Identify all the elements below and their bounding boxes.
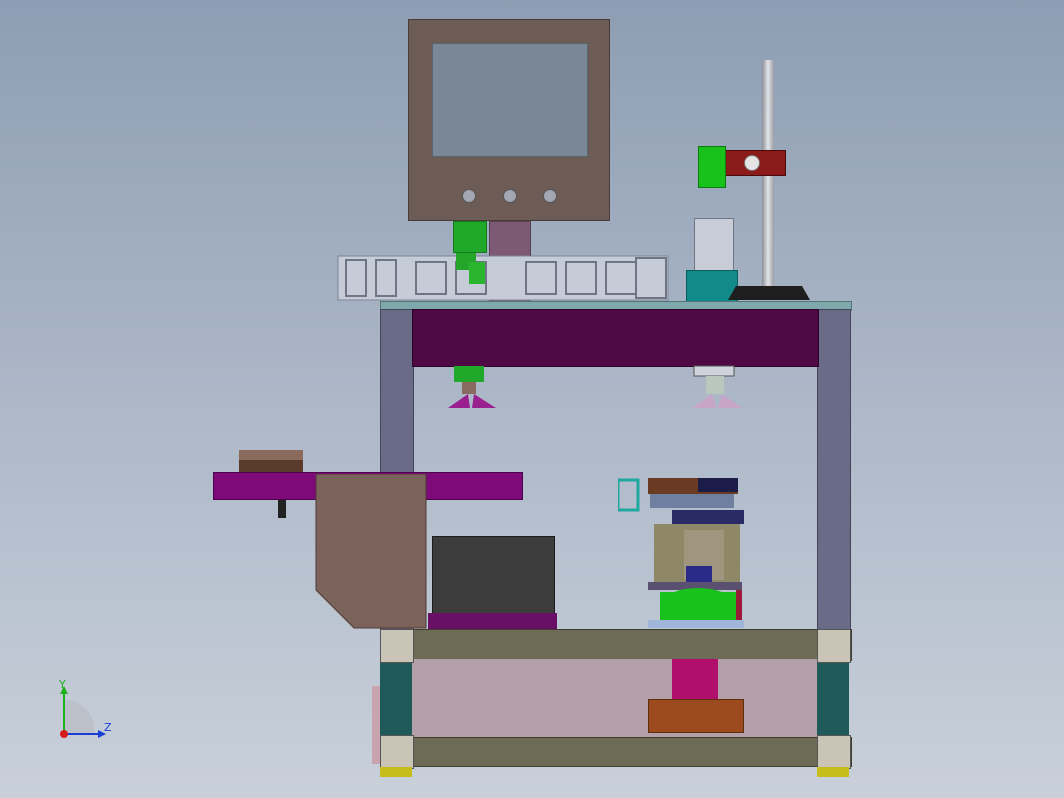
- motor-shaft: [672, 659, 718, 699]
- hmi-button-icon: [543, 189, 557, 203]
- hmi-button-icon: [503, 189, 517, 203]
- foot-right: [817, 767, 849, 777]
- lower-panel: [412, 659, 817, 737]
- top-beam: [412, 309, 819, 367]
- right-lower-post: [817, 659, 849, 737]
- green-cable-connector: [453, 221, 487, 253]
- hmi-button-icon: [462, 189, 476, 203]
- stand-pole: [762, 60, 774, 292]
- clamp-knob: [744, 155, 760, 171]
- side-panel: [372, 686, 380, 764]
- cable-drag-chain: [337, 250, 669, 301]
- material-bin: [315, 474, 427, 629]
- assembly-mechanism: [618, 478, 744, 628]
- upper-rail: [380, 629, 852, 661]
- tray-box: [432, 536, 555, 616]
- corner-connector: [380, 629, 414, 663]
- hmi-panel: [408, 19, 610, 221]
- green-sensor: [698, 146, 726, 188]
- sensor-probe: [278, 500, 286, 518]
- right-frame-post: [817, 309, 851, 631]
- hanging-gripper-right: [692, 365, 742, 408]
- left-lower-post: [380, 659, 412, 737]
- corner-connector: [817, 629, 851, 663]
- triad-y-label: Y: [59, 678, 66, 691]
- foot-left: [380, 767, 412, 777]
- cad-viewport[interactable]: Y Z: [0, 0, 1064, 798]
- corner-connector: [380, 735, 414, 769]
- feeder-block: [239, 450, 303, 472]
- tray-base: [428, 613, 557, 629]
- hmi-screen: [432, 43, 588, 157]
- motor-block: [648, 699, 744, 733]
- bottom-rail: [380, 737, 852, 767]
- corner-connector: [817, 735, 851, 769]
- hanging-gripper-left: [448, 366, 496, 408]
- triad-z-label: Z: [104, 721, 112, 734]
